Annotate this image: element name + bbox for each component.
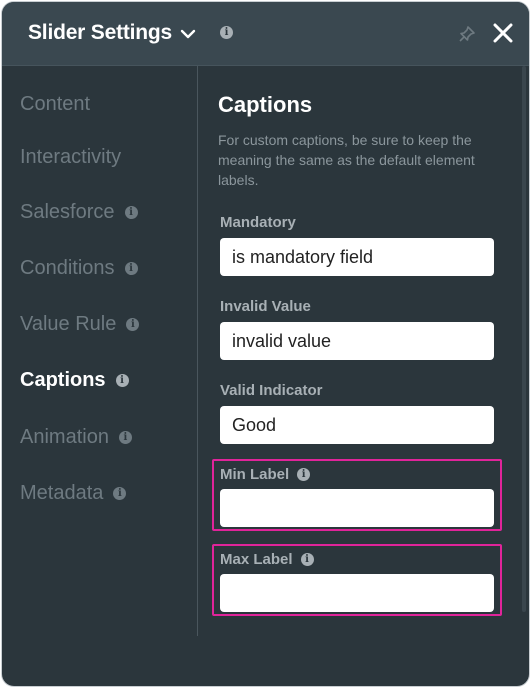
info-icon[interactable]: i [300, 553, 314, 566]
sidebar-item-value-rule[interactable]: Value Rule i [20, 310, 140, 338]
settings-sidebar: Content Interactivity Salesforce i Condi… [2, 66, 198, 636]
invalid-value-caption-input[interactable] [220, 322, 494, 360]
info-icon[interactable]: i [220, 26, 233, 39]
panel-header: Slider Settings i [2, 2, 529, 66]
invalid-value-label: Invalid Value [220, 298, 311, 315]
info-icon[interactable]: i [124, 205, 138, 219]
info-icon[interactable]: i [297, 468, 311, 481]
max-label-label: Max Label i [220, 551, 314, 568]
close-icon[interactable] [492, 22, 514, 44]
content-scrollbar[interactable] [522, 66, 526, 612]
sidebar-item-metadata[interactable]: Metadata i [20, 479, 127, 507]
sidebar-item-captions[interactable]: Captions i [20, 366, 129, 394]
max-label-input[interactable] [220, 574, 494, 612]
slider-settings-panel: Slider Settings i Content Interactivity … [2, 2, 529, 686]
sidebar-item-salesforce[interactable]: Salesforce i [20, 198, 138, 226]
info-icon[interactable]: i [118, 430, 132, 444]
section-title: Captions [218, 92, 313, 117]
pin-icon[interactable] [458, 25, 476, 43]
info-icon[interactable]: i [126, 317, 140, 331]
info-icon[interactable]: i [115, 373, 129, 387]
chevron-down-icon[interactable] [180, 28, 196, 40]
sidebar-item-animation[interactable]: Animation i [20, 423, 132, 451]
valid-indicator-caption-input[interactable] [220, 406, 494, 444]
valid-indicator-label: Valid Indicator [220, 382, 323, 399]
sidebar-item-conditions[interactable]: Conditions i [20, 254, 138, 282]
sidebar-item-interactivity[interactable]: Interactivity [20, 143, 121, 171]
min-label-input[interactable] [220, 489, 494, 527]
mandatory-label: Mandatory [220, 214, 296, 231]
info-icon[interactable]: i [113, 486, 127, 500]
min-label-label: Min Label i [220, 466, 311, 483]
mandatory-caption-input[interactable] [220, 238, 494, 276]
sidebar-item-content[interactable]: Content [20, 90, 90, 118]
section-description: For custom captions, be sure to keep the… [218, 132, 475, 188]
panel-title[interactable]: Slider Settings [28, 21, 172, 45]
info-icon[interactable]: i [124, 261, 138, 275]
